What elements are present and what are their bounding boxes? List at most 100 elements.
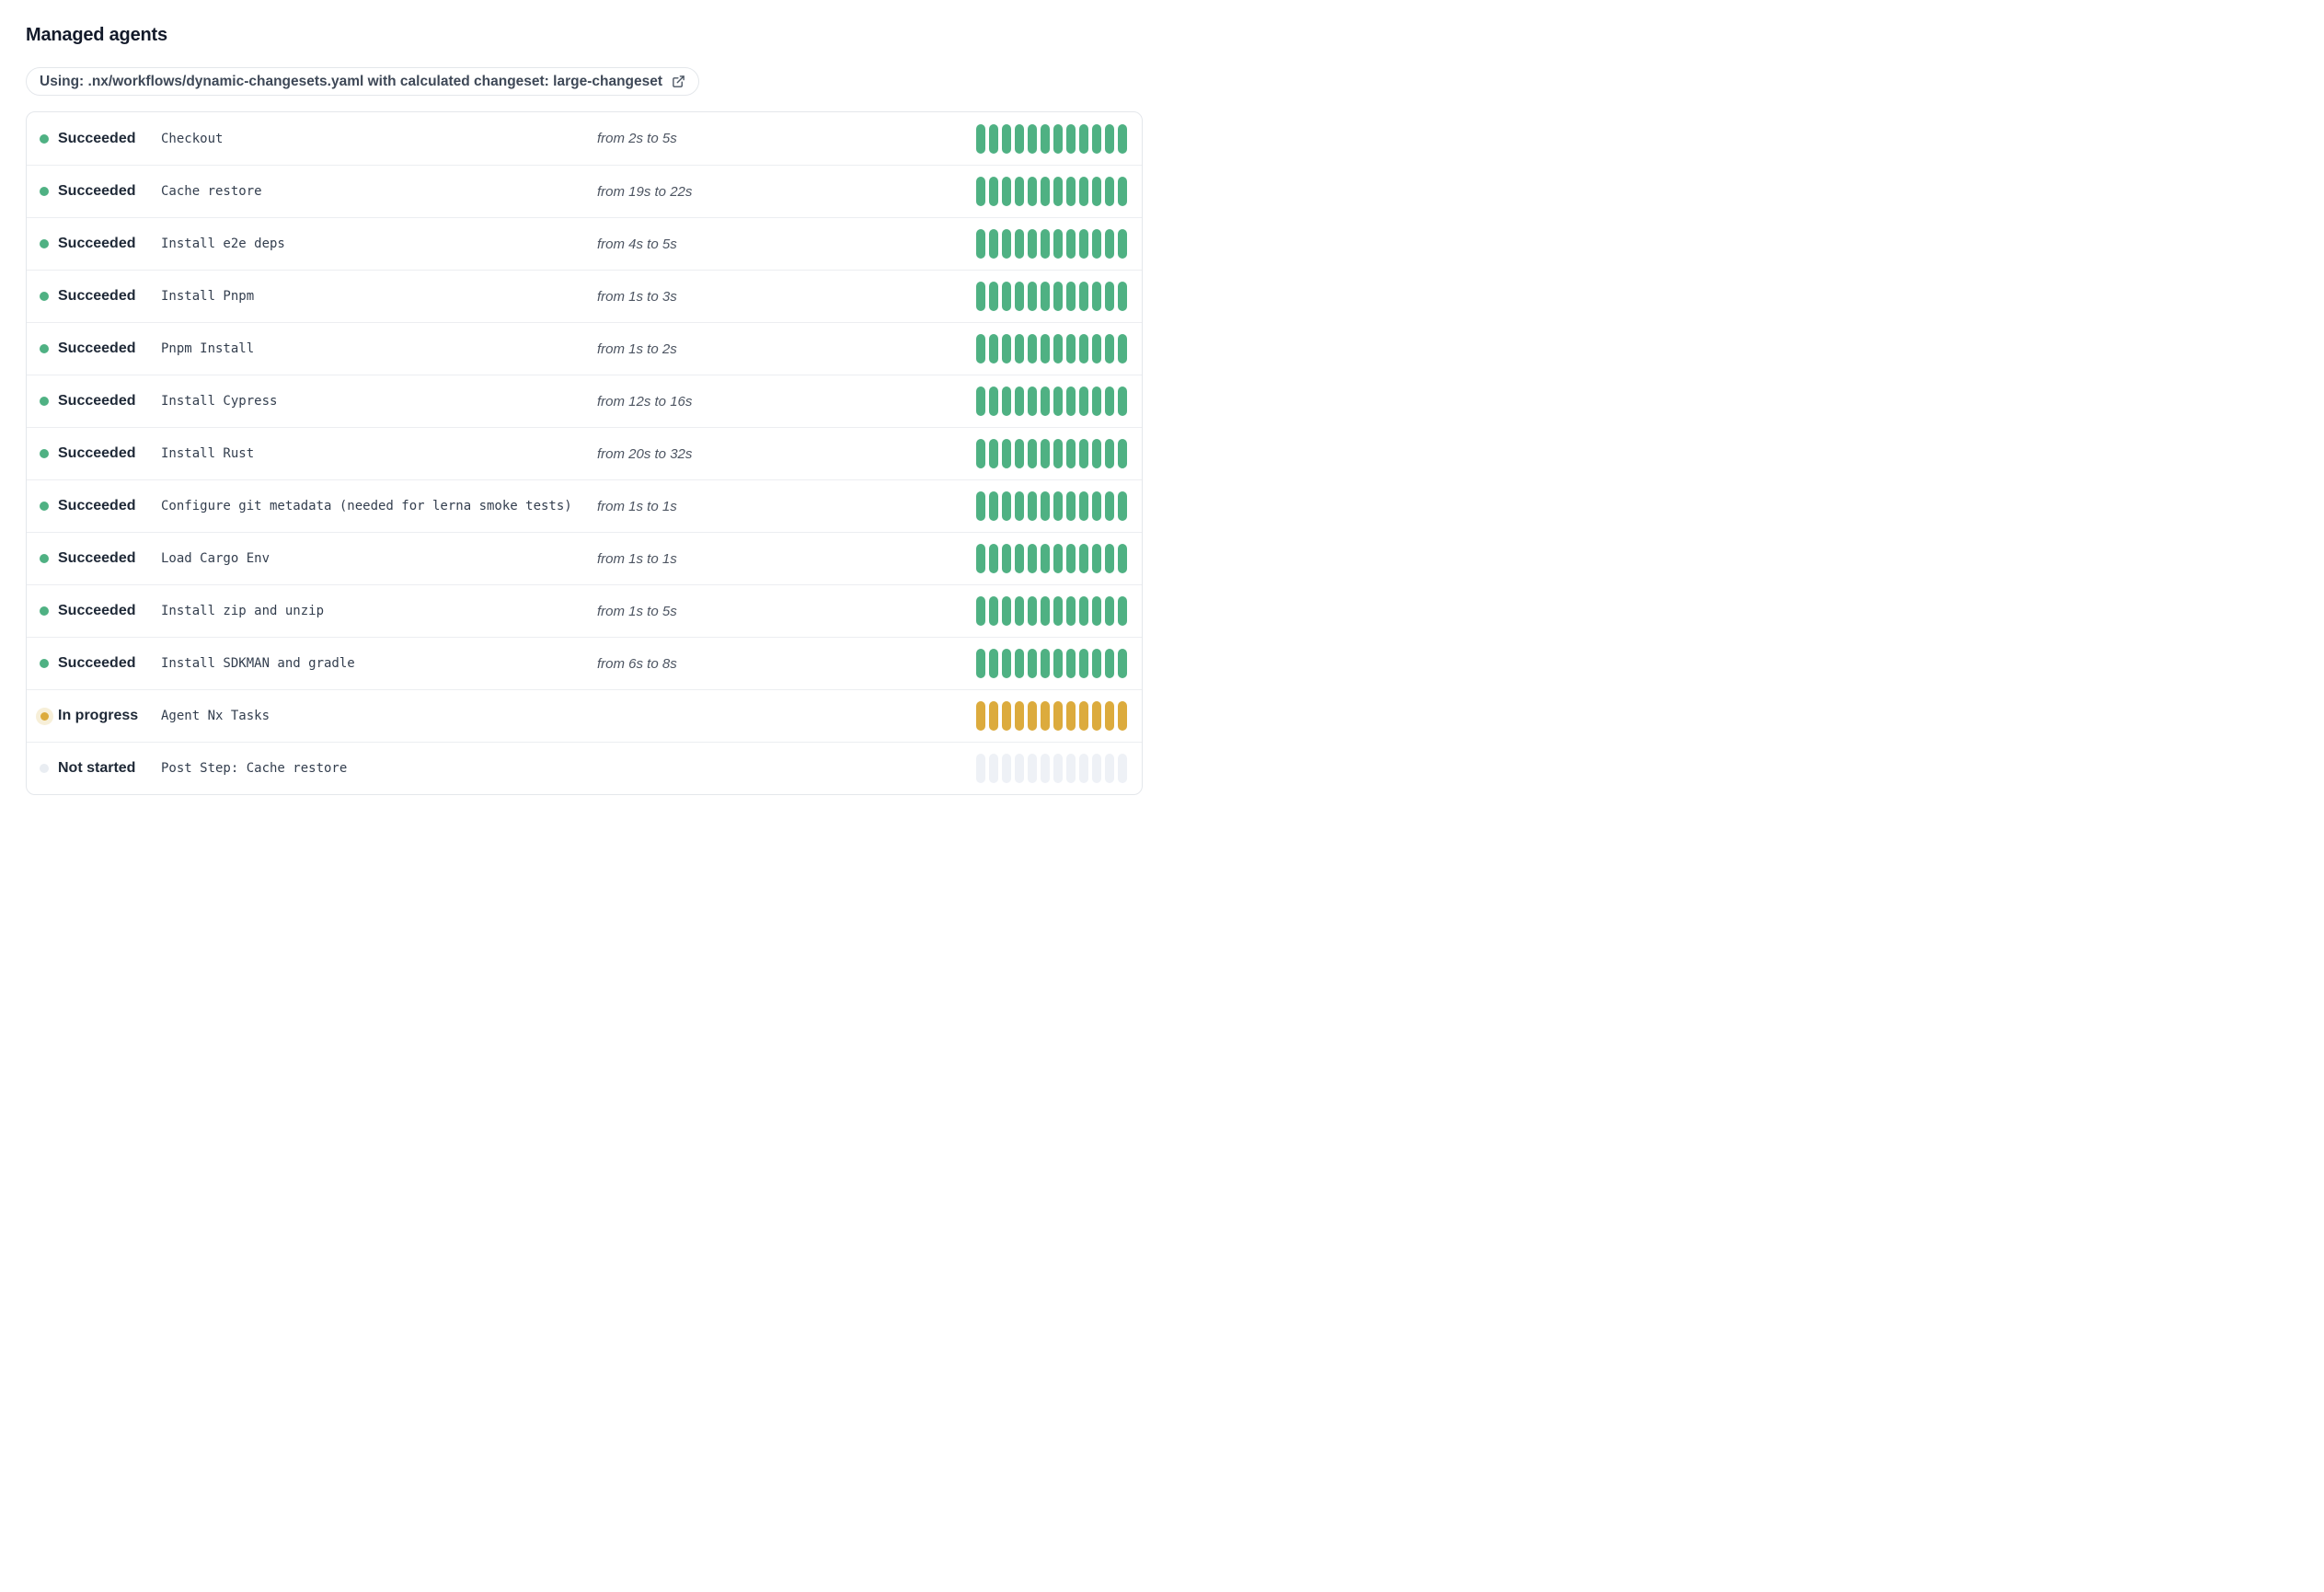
- status-label: Succeeded: [58, 655, 136, 671]
- progress-segment: [1118, 123, 1127, 154]
- progress-segment: [1118, 754, 1127, 783]
- progress-segment: [989, 701, 998, 731]
- progress-segment: [1105, 386, 1114, 416]
- step-row[interactable]: Succeeded Install Pnpm from 1s to 3s: [27, 270, 1142, 322]
- progress-segment: [976, 491, 985, 521]
- progress-segment: [1053, 229, 1063, 259]
- progress-segment: [1053, 177, 1063, 206]
- progress-segment: [1118, 649, 1127, 678]
- status-label: Succeeded: [58, 445, 136, 461]
- progress-segment: [989, 177, 998, 206]
- progress-segment: [1028, 754, 1037, 783]
- step-row[interactable]: Succeeded Install SDKMAN and gradle from…: [27, 637, 1142, 689]
- progress-segment: [989, 649, 998, 678]
- step-row[interactable]: Succeeded Install Cypress from 12s to 16…: [27, 375, 1142, 427]
- progress-segment: [1066, 386, 1076, 416]
- step-row[interactable]: Succeeded Checkout from 2s to 5s: [27, 112, 1142, 165]
- progress-segment: [1118, 282, 1127, 311]
- step-row[interactable]: Succeeded Install zip and unzip from 1s …: [27, 584, 1142, 637]
- status-dot: [40, 554, 49, 563]
- step-name: Install Pnpm: [161, 289, 255, 304]
- status-dot: [40, 133, 49, 144]
- status-dot: [40, 764, 49, 773]
- progress-segment: [1105, 334, 1114, 363]
- progress-segment: [1028, 439, 1037, 468]
- progress-segment: [1118, 334, 1127, 363]
- progress-segment: [1066, 649, 1076, 678]
- step-row[interactable]: Not started Post Step: Cache restore: [27, 742, 1142, 794]
- step-row[interactable]: Succeeded Configure git metadata (needed…: [27, 479, 1142, 532]
- status-cell: Succeeded: [40, 603, 161, 619]
- progress-segment: [1041, 177, 1050, 206]
- progress-segment: [1015, 596, 1024, 626]
- progress-segment: [989, 596, 998, 626]
- progress-segment: [1092, 386, 1101, 416]
- step-row[interactable]: In progress Agent Nx Tasks: [27, 689, 1142, 742]
- progress-segment: [1028, 334, 1037, 363]
- progress-segment: [1041, 282, 1050, 311]
- progress-segment: [989, 334, 998, 363]
- progress-segment: [1092, 439, 1101, 468]
- progress-segment: [1105, 491, 1114, 521]
- status-dot: [40, 344, 49, 353]
- status-dot: [40, 449, 49, 458]
- progress-segment: [1079, 649, 1088, 678]
- progress-segment: [976, 754, 985, 783]
- progress-segment: [1079, 177, 1088, 206]
- progress-segment: [1105, 754, 1114, 783]
- progress-segment: [1079, 282, 1088, 311]
- step-row[interactable]: Succeeded Install e2e deps from 4s to 5s: [27, 217, 1142, 270]
- progress-segment: [1105, 701, 1114, 731]
- step-row[interactable]: Succeeded Cache restore from 19s to 22s: [27, 165, 1142, 217]
- progress-segment: [1079, 491, 1088, 521]
- progress-segment: [1015, 282, 1024, 311]
- progress-segment: [1002, 596, 1011, 626]
- progress-segment: [989, 123, 998, 154]
- progress-segment: [1028, 282, 1037, 311]
- managed-agents-page: Managed agents Using: .nx/workflows/dyna…: [0, 0, 1162, 795]
- progress-segment: [1118, 596, 1127, 626]
- step-duration: from 1s to 3s: [597, 288, 677, 305]
- progress-segment: [1105, 282, 1114, 311]
- status-cell: Succeeded: [40, 288, 161, 305]
- agents-card: Succeeded Checkout from 2s to 5s Succeed…: [26, 111, 1143, 795]
- status-cell: Succeeded: [40, 340, 161, 357]
- step-name: Post Step: Cache restore: [161, 761, 348, 776]
- progress-segment: [989, 439, 998, 468]
- progress-segment: [1002, 439, 1011, 468]
- agent-progress-bars: [976, 596, 1127, 626]
- progress-segment: [1066, 754, 1076, 783]
- step-row[interactable]: Succeeded Install Rust from 20s to 32s: [27, 427, 1142, 479]
- progress-segment: [1015, 701, 1024, 731]
- agent-progress-bars: [976, 123, 1127, 154]
- progress-segment: [1066, 701, 1076, 731]
- progress-segment: [1028, 596, 1037, 626]
- step-name: Cache restore: [161, 184, 262, 199]
- step-duration: from 4s to 5s: [597, 236, 677, 252]
- agent-progress-bars: [976, 701, 1127, 731]
- progress-segment: [1002, 334, 1011, 363]
- progress-segment: [1118, 491, 1127, 521]
- progress-segment: [1092, 123, 1101, 154]
- progress-segment: [1015, 491, 1024, 521]
- page-title: Managed agents: [26, 25, 167, 45]
- progress-segment: [1041, 386, 1050, 416]
- status-cell: Succeeded: [40, 183, 161, 200]
- step-row[interactable]: Succeeded Pnpm Install from 1s to 2s: [27, 322, 1142, 375]
- status-label: Succeeded: [58, 340, 136, 356]
- progress-segment: [1079, 123, 1088, 154]
- progress-segment: [976, 177, 985, 206]
- workflow-banner-link[interactable]: Using: .nx/workflows/dynamic-changesets.…: [26, 67, 700, 96]
- progress-segment: [1053, 544, 1063, 573]
- progress-segment: [1105, 123, 1114, 154]
- status-dot: [40, 187, 49, 196]
- progress-segment: [1002, 754, 1011, 783]
- step-name: Install Rust: [161, 446, 255, 461]
- progress-segment: [976, 439, 985, 468]
- step-row[interactable]: Succeeded Load Cargo Env from 1s to 1s: [27, 532, 1142, 584]
- progress-segment: [1028, 544, 1037, 573]
- step-name: Install zip and unzip: [161, 604, 325, 618]
- progress-segment: [1053, 754, 1063, 783]
- step-name: Install SDKMAN and gradle: [161, 656, 355, 671]
- progress-segment: [1118, 439, 1127, 468]
